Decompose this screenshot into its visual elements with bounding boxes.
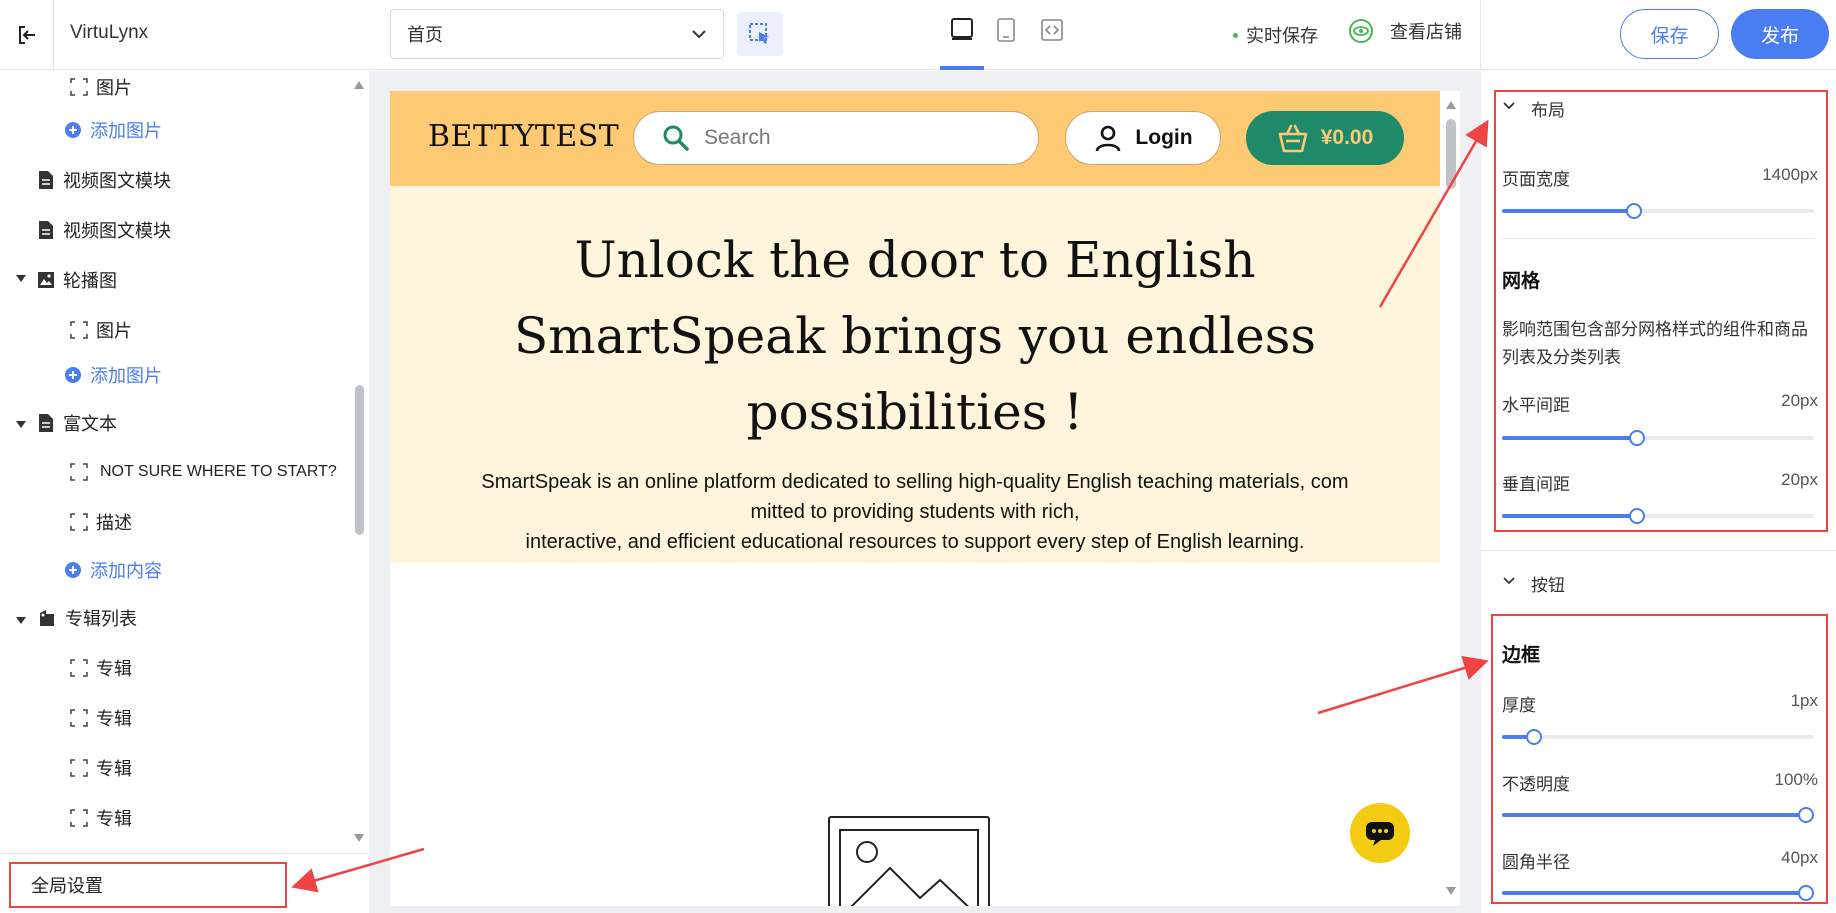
annotation-box-layout [1494, 90, 1828, 532]
expand-caret-icon[interactable] [16, 275, 26, 282]
scroll-up-arrow-icon[interactable] [354, 81, 364, 89]
image-placeholder-icon [839, 829, 979, 906]
publish-button[interactable]: 发布 [1731, 9, 1829, 59]
frame-icon [70, 659, 88, 677]
add-image-button[interactable]: 添加图片 [64, 360, 162, 390]
image-placeholder[interactable] [828, 816, 990, 906]
store-header[interactable]: BETTYTEST Search Login ¥0.00 [390, 91, 1440, 186]
exit-icon [18, 26, 35, 44]
scroll-down-arrow-icon[interactable] [354, 834, 364, 842]
login-button[interactable]: Login [1065, 111, 1221, 165]
view-store-label: 查看店铺 [1390, 22, 1462, 42]
hero-desc-line: mitted to providing students with rich, [750, 501, 1080, 523]
code-view-icon [1041, 19, 1063, 41]
preview-scroll-up-icon[interactable] [1446, 101, 1456, 109]
chat-button[interactable] [1350, 803, 1410, 863]
active-device-indicator [940, 66, 984, 70]
toolbar-divider [1480, 0, 1481, 70]
add-content-button[interactable]: 添加内容 [64, 555, 162, 585]
realtime-save-status: 实时保存 [1233, 22, 1318, 48]
tree-item-description[interactable]: 描述 [70, 507, 132, 537]
page-select-value: 首页 [407, 25, 443, 45]
chat-bubble-icon [1366, 822, 1394, 846]
document-icon [39, 414, 53, 432]
status-dot-icon [1233, 32, 1238, 38]
frame-icon [70, 321, 88, 339]
search-placeholder: Search [704, 126, 771, 149]
plus-circle-icon [65, 367, 81, 383]
element-select-button[interactable] [737, 12, 783, 56]
plus-circle-icon [65, 562, 81, 578]
frame-icon [70, 463, 88, 481]
panel-divider [1481, 550, 1836, 551]
section-title-button[interactable]: 按钮 [1531, 571, 1565, 596]
tree-item-album-list[interactable]: 专辑列表 [37, 603, 137, 633]
top-bar: VirtuLynx 首页 实时保存 查看店铺 保存 发布 [0, 0, 1836, 70]
hero-desc-line: SmartSpeak is an online platform dedicat… [481, 471, 1349, 493]
add-image-button[interactable]: 添加图片 [64, 115, 162, 145]
tag-icon [40, 610, 54, 626]
tree-item-album[interactable]: 专辑 [70, 703, 132, 733]
basket-icon [1278, 124, 1308, 153]
view-store-link[interactable]: 查看店铺 [1348, 18, 1462, 44]
hero-description: SmartSpeak is an online platform dedicat… [430, 467, 1400, 557]
app-title: VirtuLynx [70, 22, 149, 43]
page-select[interactable]: 首页 [390, 9, 724, 59]
tree-item-carousel[interactable]: 轮播图 [37, 265, 117, 295]
store-brand[interactable]: BETTYTEST [428, 119, 619, 154]
hero-title: Unlock the door to English SmartSpeak br… [513, 231, 1317, 441]
document-icon [39, 221, 53, 239]
hero-desc-line: interactive, and efficient educational r… [525, 531, 1305, 553]
user-icon [1096, 125, 1121, 152]
tree-item-heading[interactable]: NOT SURE WHERE TO START? [70, 457, 337, 487]
tree-item-album[interactable]: 专辑 [70, 803, 132, 833]
chevron-down-icon [692, 30, 706, 39]
save-button[interactable]: 保存 [1620, 9, 1719, 59]
tree-item-video-module[interactable]: 视频图文模块 [37, 215, 171, 245]
expand-caret-icon[interactable] [16, 421, 26, 428]
frame-icon [70, 78, 88, 96]
tree-item-video-module[interactable]: 视频图文模块 [37, 165, 171, 195]
plus-circle-icon [65, 122, 81, 138]
desktop-icon [951, 18, 973, 40]
tablet-view-button[interactable] [991, 14, 1021, 46]
document-icon [39, 171, 53, 189]
annotation-box-border [1491, 614, 1828, 904]
search-icon [663, 125, 689, 151]
tablet-icon [997, 18, 1015, 42]
tree-item-album[interactable]: 专辑 [70, 653, 132, 683]
frame-icon [70, 513, 88, 531]
image-icon [38, 272, 54, 288]
responsive-view-button[interactable] [1037, 14, 1067, 46]
page-preview[interactable]: BETTYTEST Search Login ¥0.00 Unlock the … [390, 91, 1460, 906]
tree-item-image[interactable]: 图片 [70, 315, 132, 345]
realtime-save-label: 实时保存 [1246, 26, 1318, 46]
chevron-down-icon[interactable] [1502, 576, 1516, 586]
preview-scroll-thumb[interactable] [1446, 119, 1456, 189]
tree-item-album[interactable]: 专辑 [70, 753, 132, 783]
preview-scroll-down-icon[interactable] [1446, 887, 1456, 895]
desktop-view-button[interactable] [947, 14, 977, 46]
hero-section[interactable]: Unlock the door to English SmartSpeak br… [390, 186, 1440, 563]
exit-button[interactable] [0, 0, 54, 70]
cart-button[interactable]: ¥0.00 [1246, 111, 1404, 165]
cart-total: ¥0.00 [1320, 126, 1374, 149]
store-search-input[interactable]: Search [633, 111, 1039, 165]
frame-icon [70, 809, 88, 827]
frame-icon [70, 759, 88, 777]
eye-icon [1349, 19, 1373, 43]
select-cursor-icon [749, 23, 769, 44]
tree-item-image[interactable]: 图片 [70, 72, 132, 102]
tree-item-rich-text[interactable]: 富文本 [37, 408, 117, 438]
component-tree-sidebar: 图片 添加图片 视频图文模块 视频图文模块 轮播图 图片 添加图片 富文本 NO… [0, 71, 368, 853]
login-label: Login [1135, 126, 1193, 149]
global-settings-button[interactable]: 全局设置 [9, 862, 287, 908]
expand-caret-icon[interactable] [16, 617, 26, 624]
sidebar-scroll-thumb[interactable] [355, 385, 364, 535]
frame-icon [70, 709, 88, 727]
